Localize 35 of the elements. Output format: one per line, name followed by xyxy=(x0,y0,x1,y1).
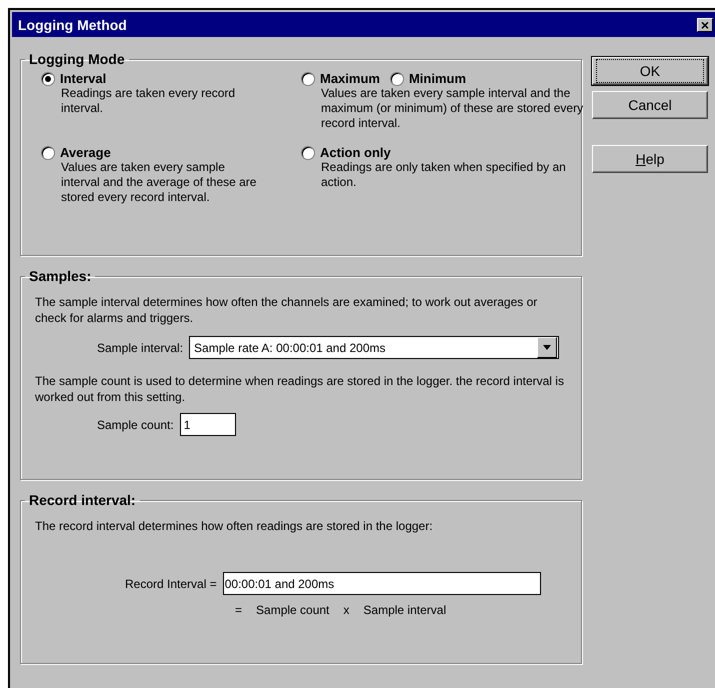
sample-count-field[interactable]: 1 xyxy=(180,413,236,436)
radio-option[interactable]: Maximum xyxy=(301,71,380,86)
help-text: The sample interval determines how often the channels are examined; to work out averages or check for alarms and triggers. xyxy=(35,294,538,326)
mode-description: Values are taken every sample interval and the maximum (or minimum) of these are stored every record interval. xyxy=(321,86,584,131)
radio-option[interactable]: Action only xyxy=(301,145,391,160)
record-interval-field[interactable]: 00:00:01 and 200ms xyxy=(222,572,541,595)
radio-button[interactable] xyxy=(41,146,55,160)
help-text: The record interval determines how often readings are stored in the logger: xyxy=(35,518,434,534)
close-button[interactable]: × xyxy=(697,18,713,32)
group-title: Samples: xyxy=(28,268,92,284)
radio-option[interactable]: Interval xyxy=(41,71,106,86)
dialog-button[interactable]: OK xyxy=(592,57,708,85)
field-label: Record Interval = xyxy=(125,576,217,590)
radio-button[interactable] xyxy=(301,146,315,160)
formula-text: = xyxy=(235,603,242,617)
field-label: Sample interval: xyxy=(97,340,184,354)
mode-description: Readings are taken every record interval. xyxy=(61,86,236,116)
mode-description: Values are taken every sample interval and the average of these are stored every record interval. xyxy=(61,160,258,205)
radio-button[interactable] xyxy=(390,72,404,86)
formula-text: Sample count xyxy=(256,603,330,617)
formula-text: x xyxy=(343,603,350,617)
radio-button[interactable] xyxy=(41,72,55,86)
sample-interval-dropdown[interactable]: Sample rate A: 00:00:01 and 200ms xyxy=(189,336,560,359)
radio-option[interactable]: Average xyxy=(41,145,111,160)
group-title: Logging Mode xyxy=(28,51,126,67)
field-label: Sample count: xyxy=(97,418,174,432)
formula-text: Sample interval xyxy=(363,603,446,617)
group-title: Record interval: xyxy=(28,492,137,508)
mode-description: Readings are only taken when specified by an action. xyxy=(321,160,567,190)
dialog-button[interactable]: Help xyxy=(592,145,708,173)
help-text: The sample count is used to determine when readings are stored in the logger. the record interval is worked out from this setting. xyxy=(35,373,565,405)
window-title: Logging Method xyxy=(18,16,127,32)
radio-option[interactable]: Minimum xyxy=(390,71,466,86)
radio-button[interactable] xyxy=(301,72,315,86)
dialog-button[interactable]: Cancel xyxy=(592,91,708,119)
